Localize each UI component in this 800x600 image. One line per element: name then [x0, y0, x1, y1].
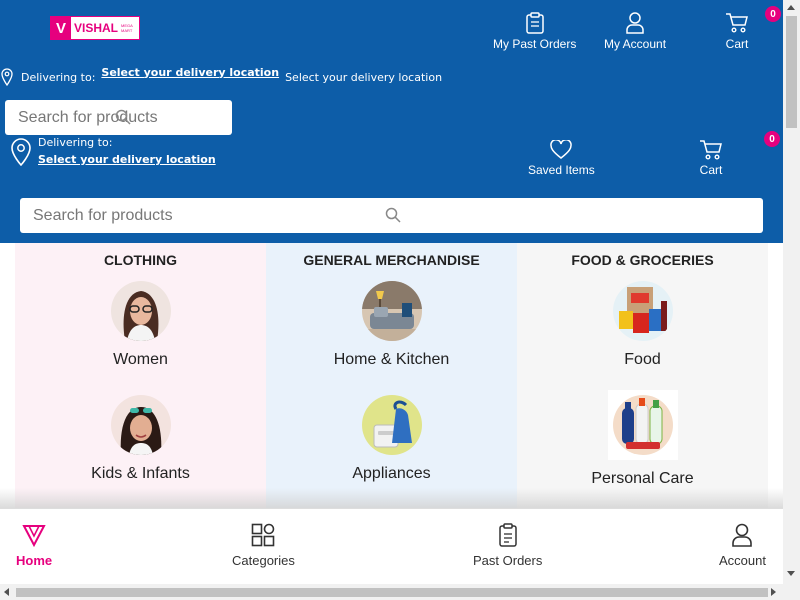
heart-icon: [550, 140, 573, 159]
vertical-scrollbar[interactable]: [783, 0, 800, 584]
saved-items-button[interactable]: Saved Items: [528, 140, 595, 177]
select-location-text: Select your delivery location: [285, 70, 443, 84]
horizontal-scroll-thumb[interactable]: [16, 588, 768, 597]
select-location-link[interactable]: Select your delivery location: [101, 66, 279, 79]
delivery-location-row: Delivering to: Select your delivery loca…: [0, 66, 442, 88]
user-icon: [626, 12, 644, 34]
category-column-general-merchandise: GENERAL MERCHANDISE Home & Kitchen Appli…: [266, 243, 517, 508]
location-pin-icon: [11, 138, 31, 166]
logo-text: VISHAL: [74, 21, 119, 35]
category-column-food-groceries: FOOD & GROCERIES Food Personal Care: [517, 243, 768, 508]
category-name: Kids & Infants: [91, 465, 190, 482]
women-image: [110, 281, 171, 341]
category-heading: GENERAL MERCHANDISE: [303, 252, 480, 268]
category-tile-kids-infants[interactable]: Kids & Infants: [15, 395, 266, 483]
cart-count-badge: 0: [764, 131, 780, 147]
scroll-right-arrow-icon[interactable]: [771, 588, 776, 596]
search-input-small[interactable]: Search for products: [5, 100, 232, 135]
nav-categories[interactable]: Categories: [232, 523, 295, 568]
scroll-shadow: [0, 488, 783, 508]
scroll-up-arrow-icon[interactable]: [787, 5, 795, 10]
nav-past-orders[interactable]: Past Orders: [473, 523, 542, 568]
location-pin-icon: [1, 68, 13, 86]
search-placeholder: Search for products: [33, 206, 173, 224]
cart-count-badge: 0: [765, 6, 781, 22]
personal-care-image: [607, 390, 678, 460]
bottom-navigation: Home Categories Past Orders Account: [0, 508, 783, 584]
category-column-clothing: CLOTHING Women Kids & Infants: [15, 243, 266, 508]
horizontal-scrollbar[interactable]: [0, 584, 800, 600]
delivering-to-label: Delivering to:: [21, 70, 96, 84]
food-image: [612, 281, 673, 341]
top-header: V VISHAL MEGA MART My Past Orders My Acc…: [0, 0, 783, 243]
search-icon[interactable]: [385, 207, 401, 223]
kids-image: [110, 395, 171, 455]
category-heading: FOOD & GROCERIES: [571, 252, 714, 268]
category-name: Personal Care: [591, 470, 694, 487]
cart-label: Cart: [699, 163, 723, 177]
nav-home[interactable]: Home: [16, 523, 52, 568]
category-tile-food[interactable]: Food: [517, 281, 768, 369]
delivering-to-label: Delivering to:: [38, 136, 113, 149]
nav-home-label: Home: [16, 553, 53, 568]
cart-icon: [726, 13, 748, 33]
cart-button-top[interactable]: Cart: [725, 12, 749, 51]
my-account-label: My Account: [604, 37, 667, 51]
home-kitchen-image: [361, 281, 422, 341]
nav-account[interactable]: Account: [719, 523, 766, 568]
category-tile-appliances[interactable]: Appliances: [266, 395, 517, 483]
search-input[interactable]: Search for products: [20, 198, 763, 233]
clipboard-icon: [525, 12, 544, 34]
category-tile-home-kitchen[interactable]: Home & Kitchen: [266, 281, 517, 369]
scroll-left-arrow-icon[interactable]: [4, 588, 9, 596]
cart-button[interactable]: Cart: [699, 140, 723, 177]
category-name: Appliances: [352, 465, 431, 482]
my-past-orders-button[interactable]: My Past Orders: [493, 12, 576, 51]
logo-sub: MEGA MART: [121, 23, 133, 33]
category-heading: CLOTHING: [103, 252, 178, 268]
user-icon: [732, 523, 753, 547]
logo-v-mark: V: [51, 17, 71, 39]
vishal-logo[interactable]: V VISHAL MEGA MART: [50, 16, 140, 40]
select-location-link[interactable]: Select your delivery location: [38, 153, 216, 166]
clipboard-icon: [498, 523, 517, 547]
search-placeholder: Search for products: [18, 108, 158, 126]
categories-icon: [252, 523, 275, 547]
scroll-down-arrow-icon[interactable]: [787, 571, 795, 576]
appliances-image: [361, 395, 422, 455]
category-tile-women[interactable]: Women: [15, 281, 266, 369]
nav-categories-label: Categories: [232, 553, 295, 568]
category-name: Food: [624, 351, 661, 368]
vertical-scroll-thumb[interactable]: [786, 16, 797, 128]
category-tile-personal-care[interactable]: Personal Care: [517, 390, 768, 488]
cart-label: Cart: [725, 37, 749, 51]
search-icon[interactable]: [115, 109, 131, 125]
category-name: Women: [113, 351, 168, 368]
nav-past-orders-label: Past Orders: [473, 553, 543, 568]
cart-icon: [700, 140, 722, 160]
nav-account-label: Account: [719, 553, 766, 568]
my-past-orders-label: My Past Orders: [493, 37, 577, 51]
category-name: Home & Kitchen: [333, 351, 450, 368]
home-logo-icon: [22, 525, 46, 547]
saved-items-label: Saved Items: [528, 163, 595, 177]
my-account-button[interactable]: My Account: [604, 12, 666, 51]
category-grid: CLOTHING Women Kids & Infants GENERAL ME…: [15, 243, 768, 508]
